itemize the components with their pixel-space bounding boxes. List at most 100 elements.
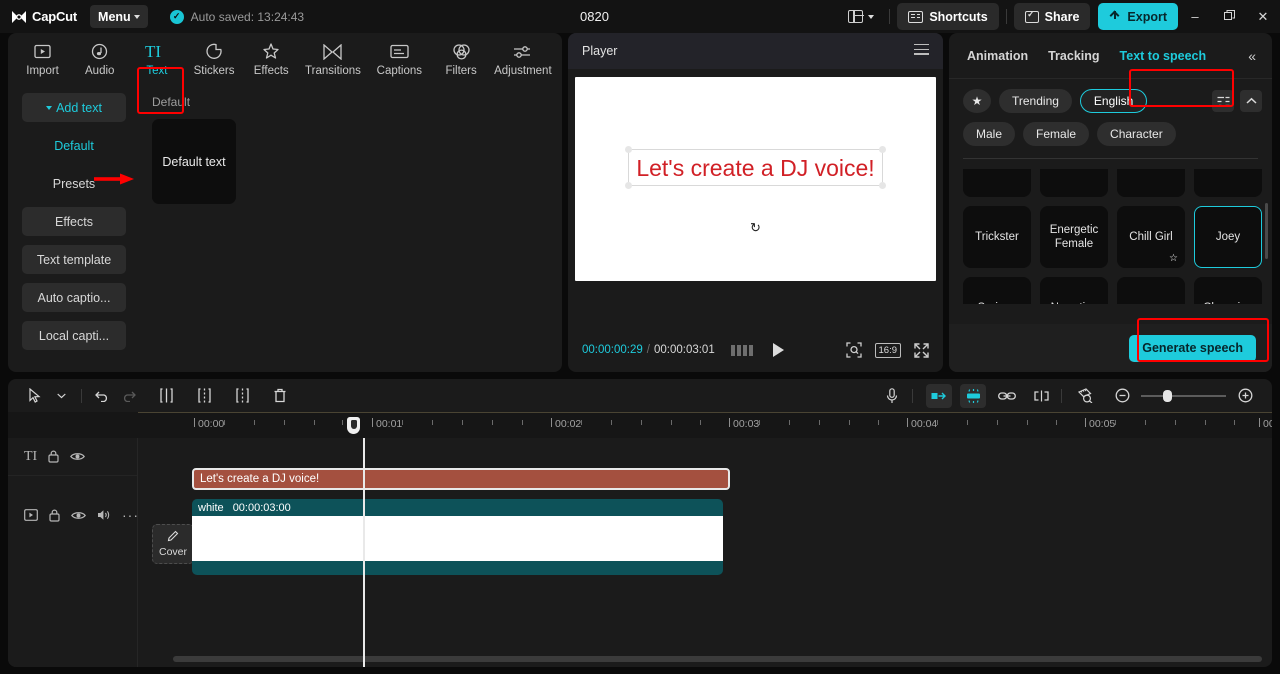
resize-handle[interactable] — [878, 182, 886, 189]
voice-list-scrollbar[interactable] — [1265, 203, 1268, 259]
trending-filter-chip[interactable]: Trending — [999, 89, 1072, 113]
timeline-horizontal-scrollbar[interactable] — [173, 656, 1262, 662]
zoom-out-icon[interactable] — [1109, 384, 1135, 408]
auto-beat-icon[interactable] — [960, 383, 986, 408]
text-clip[interactable]: Let's create a DJ voice! — [192, 468, 730, 490]
default-text-card[interactable]: Default text — [152, 119, 236, 204]
category-transitions[interactable]: Transitions — [300, 35, 366, 83]
voice-cell[interactable] — [963, 169, 1031, 197]
minimize-button[interactable]: – — [1178, 0, 1212, 33]
category-audio[interactable]: Audio — [71, 35, 128, 83]
aspect-ratio-button[interactable]: 16:9 — [874, 342, 901, 358]
category-import[interactable]: Import — [14, 35, 71, 83]
voice-cell-trickster[interactable]: Trickster — [963, 206, 1031, 268]
export-button[interactable]: Export — [1098, 3, 1178, 30]
voice-cell-narrative[interactable]: Narrative — [1040, 277, 1108, 304]
zoom-slider[interactable] — [1141, 389, 1226, 402]
timeline-preview-icon[interactable] — [1073, 384, 1099, 408]
layout-button[interactable] — [840, 9, 882, 24]
zoom-fit-icon[interactable] — [845, 342, 862, 358]
cover-button[interactable]: Cover — [152, 524, 194, 564]
category-effects[interactable]: Effects — [243, 35, 300, 83]
redo-icon[interactable] — [115, 384, 141, 408]
voice-cell[interactable] — [1194, 169, 1262, 197]
divider — [1061, 388, 1062, 403]
tab-text-to-speech[interactable]: Text to speech — [1110, 49, 1217, 63]
playhead-handle[interactable] — [347, 417, 360, 434]
shortcuts-button[interactable]: Shortcuts — [897, 3, 999, 30]
record-voiceover-icon[interactable] — [879, 384, 905, 408]
play-button[interactable] — [772, 343, 784, 357]
voice-cell[interactable] — [1117, 277, 1185, 304]
menu-button[interactable]: Menu — [90, 5, 148, 28]
player-stage[interactable]: Let's create a DJ voice! ↻ — [575, 77, 936, 281]
collapse-voices-icon[interactable] — [1240, 90, 1262, 112]
tab-tracking[interactable]: Tracking — [1038, 49, 1109, 63]
voice-cell-serious[interactable]: Serious — [963, 277, 1031, 304]
category-captions[interactable]: Captions — [366, 35, 432, 83]
collapse-panel-icon[interactable]: « — [1248, 48, 1264, 64]
close-button[interactable]: ✕ — [1246, 0, 1280, 33]
voice-cell-joey[interactable]: Joey — [1194, 206, 1262, 268]
lock-icon[interactable] — [49, 509, 60, 522]
voice-cell-energetic-female[interactable]: Energetic Female — [1040, 206, 1108, 268]
select-tool-dropdown-icon[interactable] — [48, 384, 74, 408]
resize-handle[interactable] — [625, 146, 633, 153]
mirror-icon[interactable] — [1028, 384, 1054, 408]
trim-left-icon[interactable] — [191, 384, 217, 408]
zoom-in-icon[interactable] — [1232, 384, 1258, 408]
voice-cell[interactable] — [1117, 169, 1185, 197]
resize-handle[interactable] — [878, 146, 886, 153]
select-tool-icon[interactable] — [22, 384, 48, 408]
voice-cell[interactable] — [1040, 169, 1108, 197]
fullscreen-icon[interactable] — [914, 342, 929, 358]
category-stickers[interactable]: Stickers — [185, 35, 242, 83]
tab-animation[interactable]: Animation — [957, 49, 1038, 63]
share-button[interactable]: Share — [1013, 3, 1091, 30]
category-text[interactable]: TI Text — [128, 35, 185, 83]
favorite-star-icon[interactable]: ☆ — [1169, 253, 1178, 266]
voice-label: Serious — [978, 301, 1017, 304]
undo-icon[interactable] — [89, 384, 115, 408]
filter-sort-icon[interactable] — [1212, 90, 1234, 112]
resize-handle[interactable] — [625, 182, 633, 189]
zoom-slider-knob[interactable] — [1163, 389, 1172, 402]
visibility-icon[interactable] — [71, 510, 86, 521]
character-filter-chip[interactable]: Character — [1097, 122, 1176, 146]
visibility-icon[interactable] — [70, 451, 86, 462]
player-menu-icon[interactable] — [914, 43, 929, 58]
voice-cell-charming[interactable]: Charming — [1194, 277, 1262, 304]
app-logo: CapCut — [11, 9, 77, 24]
generate-speech-button[interactable]: Generate speech — [1129, 334, 1256, 362]
sidebar-item-effects[interactable]: Effects — [22, 207, 126, 236]
more-options-icon[interactable]: ··· — [122, 507, 139, 523]
chip-label: Male — [976, 127, 1003, 141]
link-clips-icon[interactable] — [994, 384, 1020, 408]
delete-icon[interactable] — [267, 384, 293, 408]
sidebar-item-text-template[interactable]: Text template — [22, 245, 126, 274]
category-adjustment[interactable]: Adjustment — [490, 35, 556, 83]
split-icon[interactable] — [153, 384, 179, 408]
female-filter-chip[interactable]: Female — [1023, 122, 1090, 146]
maximize-button[interactable] — [1212, 0, 1246, 33]
trim-right-icon[interactable] — [229, 384, 255, 408]
video-clip[interactable]: white 00:00:03:00 — [192, 499, 723, 575]
sidebar-item-local-captions[interactable]: Local capti... — [22, 321, 126, 350]
sidebar-item-auto-captions[interactable]: Auto captio... — [22, 283, 126, 312]
category-filters[interactable]: Filters — [433, 35, 490, 83]
english-filter-chip[interactable]: English — [1079, 89, 1148, 113]
mix-audio-icon[interactable] — [926, 383, 952, 408]
male-filter-chip[interactable]: Male — [963, 122, 1016, 146]
captions-icon — [390, 42, 409, 62]
favorites-filter-chip[interactable]: ★ — [963, 89, 991, 113]
frames-view-icon[interactable] — [730, 344, 753, 356]
voice-cell-chill-girl[interactable]: Chill Girl ☆ — [1117, 206, 1185, 268]
divider — [912, 388, 913, 403]
sidebar-item-default[interactable]: Default — [22, 131, 126, 160]
add-text-button[interactable]: Add text — [22, 93, 126, 122]
mute-icon[interactable] — [97, 509, 111, 521]
stage-text-layer[interactable]: Let's create a DJ voice! — [625, 146, 886, 189]
rotate-handle-icon[interactable]: ↻ — [750, 220, 761, 236]
lock-icon[interactable] — [48, 450, 59, 463]
timeline-ruler[interactable]: 00:00 00:01 00:02 00:03 00:04 00:05 00: — [8, 412, 1272, 438]
